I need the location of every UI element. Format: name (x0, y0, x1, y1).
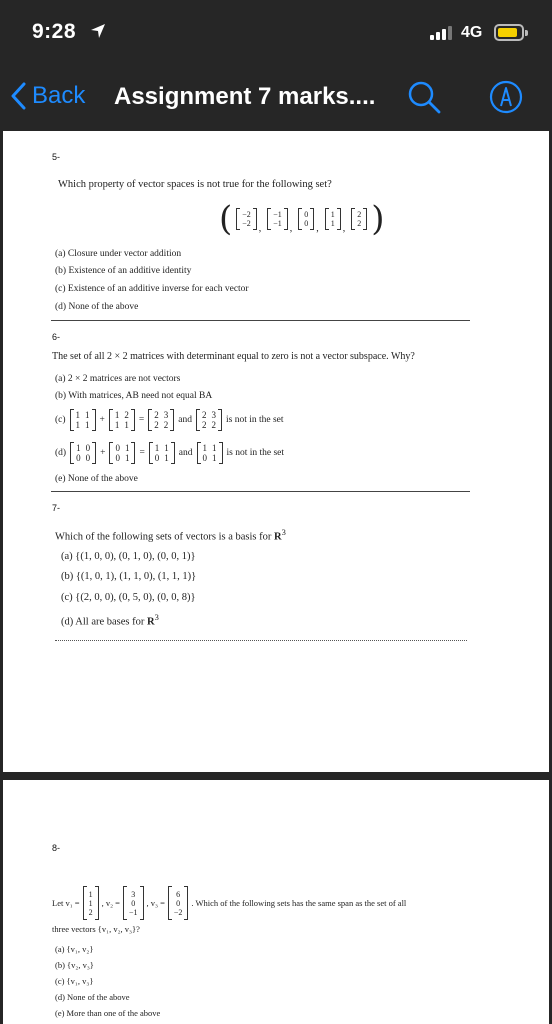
divider (51, 491, 470, 492)
battery-icon (494, 24, 528, 41)
question-8-option-c: (c) {v₁, v₃} (55, 976, 94, 986)
question-8-number: 8- (52, 843, 61, 853)
back-button[interactable]: Back (10, 82, 85, 110)
vector-3: 00 (298, 208, 315, 230)
question-8-option-a: (a) {v₁, v₂} (55, 944, 94, 954)
question-7-option-b: (b) {(1, 0, 1), (1, 1, 0), (1, 1, 1)} (61, 571, 197, 582)
question-8-stem-line-2: three vectors {v₁, v₂, v₃}? (52, 924, 140, 934)
question-8-stem: Let v₁ = 112 , v₂ = 3 0 −1 , v₃ = 6 0 −2 . W… (52, 886, 406, 920)
search-icon[interactable] (406, 79, 442, 115)
question-7-option-c: (c) {(2, 0, 0), (0, 5, 0), (0, 0, 8)} (61, 592, 196, 603)
dotted-divider (55, 640, 467, 641)
question-6-option-a: (a) 2 × 2 matrices are not vectors (55, 374, 181, 384)
vector-2: −1 −1 (267, 208, 288, 230)
signal-icon (430, 26, 456, 40)
vector-1: −2 −2 (236, 208, 257, 230)
question-6-stem: The set of all 2 × 2 matrices with deter… (52, 351, 415, 362)
status-time: 9:28 (32, 20, 77, 43)
question-6-number: 6- (52, 332, 61, 342)
vector-5: 22 (351, 208, 368, 230)
question-5-option-d: (d) None of the above (55, 302, 139, 312)
question-5-option-a: (a) Closure under vector addition (55, 249, 182, 259)
question-8-option-b: (b) {v₂, v₃} (55, 960, 94, 970)
question-6-option-b: (b) With matrices, AB need not equal BA (55, 391, 213, 401)
nav-bar: Back Assignment 7 marks.... (0, 64, 552, 130)
question-5-number: 5- (52, 152, 61, 162)
divider (51, 320, 470, 321)
location-arrow-icon (91, 24, 105, 38)
document-page-2[interactable]: 8- Let v₁ = 112 , v₂ = 3 0 −1 , v₃ = 6 0 −2 … (3, 780, 549, 1024)
question-6-option-e: (e) None of the above (55, 474, 138, 484)
back-label: Back (32, 82, 86, 109)
question-7-option-a: (a) {(1, 0, 0), (0, 1, 0), (0, 0, 1)} (61, 551, 196, 562)
question-5-option-c: (c) Existence of an additive inverse for… (55, 284, 249, 294)
status-bar: 9:28 4G (0, 0, 552, 64)
question-7-stem: Which of the following sets of vectors i… (55, 527, 286, 543)
page-title: Assignment 7 marks.... (114, 83, 376, 110)
question-7-option-d: (d) All are bases for R3 (61, 612, 159, 628)
question-5-vector-set: ( −2 −2, −1 −1, 00, 11, 22 ) (219, 199, 385, 239)
question-5-option-b: (b) Existence of an additive identity (55, 266, 192, 276)
question-6-option-d: (d) 1000 + 0101 = 1101 and 1101 is not i… (55, 442, 285, 464)
question-8-option-d: (d) None of the above (55, 992, 130, 1002)
question-8-option-e: (e) More than one of the above (55, 1008, 161, 1018)
network-type: 4G (461, 24, 483, 41)
question-5-stem: Which property of vector spaces is not t… (58, 179, 332, 190)
question-7-number: 7- (52, 503, 61, 513)
question-6-option-c: (c) 1111 + 1211 = 2322 and 2322 is not i… (55, 409, 284, 431)
document-page-1[interactable]: 5- Which property of vector spaces is no… (3, 131, 549, 772)
vector-4: 11 (324, 208, 341, 230)
markup-pen-icon[interactable] (488, 79, 524, 115)
chevron-left-icon (11, 82, 26, 110)
